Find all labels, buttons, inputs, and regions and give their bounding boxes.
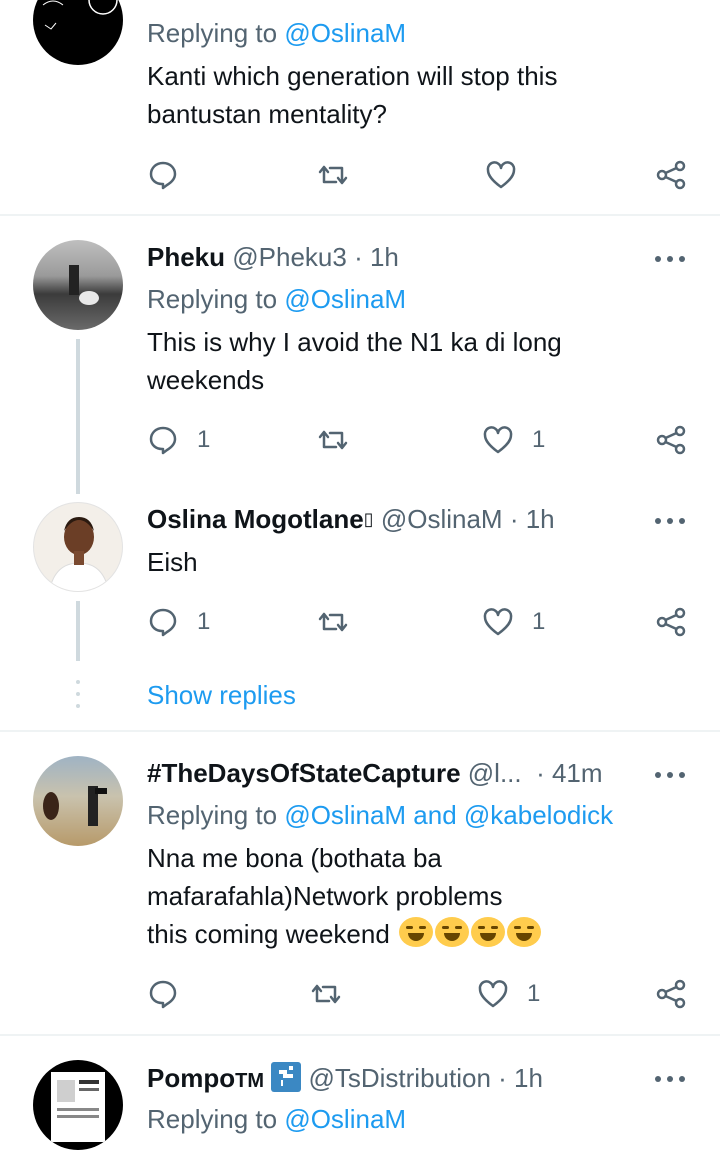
retweet-button[interactable]	[317, 604, 349, 640]
mention-link[interactable]: @OslinaM	[284, 18, 406, 48]
share-icon	[656, 160, 686, 190]
mention-link[interactable]: @OslinaM and @kabelodick	[284, 800, 613, 830]
reply-icon	[149, 161, 177, 190]
reply-context: Replying to @OslinaM and @kabelodick	[147, 800, 613, 831]
tweet-text: Kanti which generation will stop this ba…	[147, 61, 558, 129]
reply-context: Replying to @OslinaM	[147, 18, 406, 49]
thread-dots	[76, 680, 80, 716]
reply-button[interactable]: 1	[147, 422, 210, 458]
tears-of-joy-emoji	[399, 917, 434, 947]
like-icon	[486, 161, 516, 189]
tweet-text: Nna me bona (bothata ba mafarafahla)Netw…	[147, 839, 547, 953]
timestamp[interactable]: · 1h	[354, 242, 399, 272]
retweet-button[interactable]	[310, 976, 342, 1012]
tweet-text: This is why I avoid the N1 ka di long we…	[147, 327, 562, 395]
tweet-header: PompoTM @TsDistribution · 1h	[147, 1062, 543, 1094]
reply-button[interactable]	[147, 976, 179, 1012]
reply-count: 1	[197, 608, 211, 635]
show-replies-link[interactable]: Show replies	[147, 680, 296, 711]
timestamp[interactable]: · 1h	[498, 1063, 543, 1093]
reply-button[interactable]	[147, 157, 179, 193]
tweet-text: Eish	[147, 547, 198, 577]
reply-context: Replying to @OslinaM	[147, 1104, 406, 1135]
rofl-emoji	[507, 917, 542, 947]
more-button[interactable]	[655, 516, 685, 526]
tears-of-joy-emoji	[471, 917, 506, 947]
like-button[interactable]: 1	[482, 604, 545, 640]
tweet-header: #TheDaysOfStateCapture @l... · 41m	[147, 758, 603, 789]
like-count: 1	[532, 426, 546, 453]
retweet-icon	[318, 165, 348, 185]
reply-icon	[149, 608, 177, 637]
like-icon	[483, 608, 513, 636]
share-button[interactable]	[655, 976, 687, 1012]
retweet-button[interactable]	[317, 422, 349, 458]
like-count: 1	[532, 608, 546, 635]
retweet-icon	[318, 430, 348, 450]
rofl-emoji	[435, 917, 470, 947]
avatar[interactable]	[33, 756, 123, 846]
share-button[interactable]	[655, 157, 687, 193]
trademark-label: TM	[235, 1070, 264, 1092]
mention-link[interactable]: @OslinaM	[284, 284, 406, 314]
tweet-header: Oslina Mogotlane▯ @OslinaM · 1h	[147, 504, 555, 535]
handle[interactable]: @TsDistribution	[308, 1063, 490, 1093]
retweet-icon	[318, 612, 348, 632]
display-name[interactable]: #TheDaysOfStateCapture	[147, 758, 461, 788]
reply-context: Replying to @OslinaM	[147, 284, 406, 315]
like-button[interactable]: 1	[482, 422, 545, 458]
retweet-button[interactable]	[317, 157, 349, 193]
share-icon	[656, 607, 686, 637]
share-button[interactable]	[655, 422, 687, 458]
thread-line	[76, 601, 80, 661]
share-icon	[656, 979, 686, 1009]
thread-line	[76, 339, 80, 494]
replying-to-label: Replying to	[147, 1104, 278, 1134]
avatar[interactable]	[33, 1060, 123, 1150]
reply-icon	[149, 980, 177, 1009]
like-icon	[483, 426, 513, 454]
timestamp[interactable]: · 41m	[536, 758, 602, 788]
divider	[0, 214, 720, 216]
display-name[interactable]: Pompo	[147, 1063, 235, 1093]
replying-to-label: Replying to	[147, 284, 278, 314]
reply-button[interactable]: 1	[147, 604, 210, 640]
replying-to-label: Replying to	[147, 800, 278, 830]
replying-to-label: Replying to	[147, 18, 278, 48]
avatar[interactable]	[33, 240, 123, 330]
reply-icon	[149, 426, 177, 455]
emoji-sequence	[397, 917, 542, 949]
more-button[interactable]	[655, 254, 685, 264]
handle[interactable]: @OslinaM	[381, 504, 503, 534]
like-button[interactable]: 1	[477, 976, 540, 1012]
handle[interactable]: @l...	[468, 758, 522, 788]
share-icon	[656, 425, 686, 455]
handle[interactable]: @Pheku3	[232, 242, 347, 272]
more-button[interactable]	[655, 770, 685, 780]
share-button[interactable]	[655, 604, 687, 640]
divider	[0, 730, 720, 732]
reply-count: 1	[197, 426, 211, 453]
timestamp[interactable]: · 1h	[510, 504, 555, 534]
more-button[interactable]	[655, 1074, 685, 1084]
tweet-header: Pheku @Pheku3 · 1h	[147, 242, 399, 273]
display-name[interactable]: Pheku	[147, 242, 225, 272]
name-badge: ▯	[363, 509, 374, 529]
faucet-icon	[271, 1062, 302, 1092]
divider	[0, 1034, 720, 1036]
avatar[interactable]	[33, 0, 123, 65]
like-icon	[478, 980, 508, 1008]
like-count: 1	[527, 980, 541, 1007]
avatar[interactable]	[33, 502, 123, 592]
retweet-icon	[311, 984, 341, 1004]
mention-link[interactable]: @OslinaM	[284, 1104, 406, 1134]
like-button[interactable]	[485, 157, 517, 193]
display-name[interactable]: Oslina Mogotlane	[147, 504, 364, 534]
